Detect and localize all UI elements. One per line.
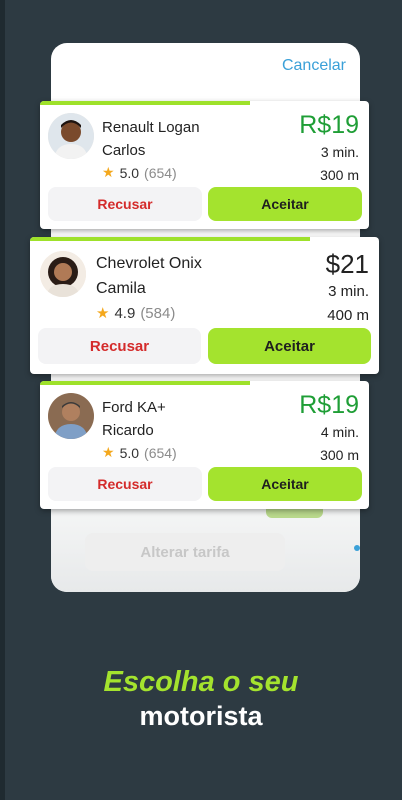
offer-distance: 400 m [327,307,369,324]
rating-value: 5.0 [119,444,140,461]
change-fare-button[interactable]: Alterar tarifa [85,533,285,571]
rating-count: (654) [144,444,177,461]
offer-timer-bar [40,101,250,105]
tagline-line-1: Escolha o seu [103,666,299,698]
car-model: Chevrolet Onix [96,255,202,272]
rating-count: (584) [140,304,176,322]
driver-rating: ★ 4.9 (584) [96,304,176,323]
driver-name: Camila [96,280,146,297]
rating-value: 4.9 [114,304,136,322]
accept-button[interactable]: Aceitar [208,187,362,221]
offer-timer-bar [40,381,250,385]
driver-avatar [48,113,94,159]
offer-price: R$19 [299,111,359,139]
cancel-link[interactable]: Cancelar [282,57,346,75]
star-icon: ★ [102,164,115,180]
driver-avatar [40,251,86,297]
offer-eta: 3 min. [320,144,359,160]
tagline-line-2: motorista [139,701,263,731]
offer-card: Renault Logan Carlos ★ 5.0 (654) R$19 3 … [40,101,369,229]
offer-card: Chevrolet Onix Camila ★ 4.9 (584) $21 3 … [30,237,379,374]
driver-rating: ★ 5.0 (654) [102,444,177,461]
car-model: Ford KA+ [102,399,166,416]
background-indicator [354,545,360,551]
star-icon: ★ [96,305,110,322]
rating-value: 5.0 [119,164,140,181]
decline-button[interactable]: Recusar [48,187,202,221]
driver-name: Ricardo [102,422,154,439]
rating-count: (654) [144,164,177,181]
driver-name: Carlos [102,142,146,159]
driver-avatar [48,393,94,439]
offer-eta: 4 min. [320,424,359,440]
offer-distance: 300 m [320,167,359,183]
accept-button[interactable]: Aceitar [208,328,371,364]
car-model: Renault Logan [102,119,200,136]
offer-price: $21 [325,249,369,279]
decline-button[interactable]: Recusar [38,328,201,364]
offer-eta: 3 min. [328,283,369,300]
accept-button[interactable]: Aceitar [208,467,362,501]
decline-button[interactable]: Recusar [48,467,202,501]
offer-timer-bar [30,237,310,241]
driver-rating: ★ 5.0 (654) [102,164,177,181]
star-icon: ★ [102,444,115,460]
offer-price: R$19 [299,391,359,419]
offer-card: Ford KA+ Ricardo ★ 5.0 (654) R$19 4 min.… [40,381,369,509]
offer-distance: 300 m [320,447,359,463]
